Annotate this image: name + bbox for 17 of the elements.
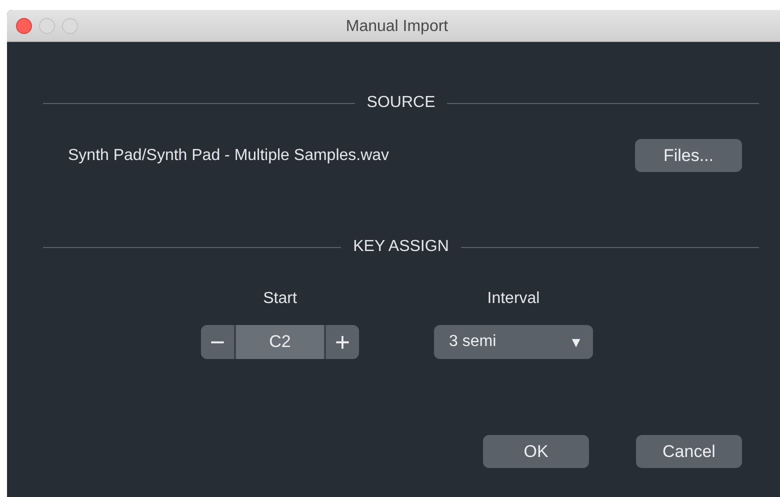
increment-button[interactable]: + bbox=[326, 325, 359, 359]
interval-label: Interval bbox=[487, 289, 540, 309]
window-title: Manual Import bbox=[346, 17, 448, 37]
zoom-button[interactable] bbox=[62, 18, 78, 34]
section-heading: KEY ASSIGN bbox=[352, 237, 450, 257]
close-button[interactable] bbox=[16, 18, 32, 34]
ok-button[interactable]: OK bbox=[483, 435, 589, 468]
decrement-button[interactable]: − bbox=[201, 325, 234, 359]
start-value: C2 bbox=[234, 325, 326, 359]
start-label: Start bbox=[263, 289, 297, 309]
files-button[interactable]: Files... bbox=[635, 139, 742, 172]
interval-dropdown[interactable]: 3 semi ▼ bbox=[434, 325, 593, 359]
minimize-button[interactable] bbox=[39, 18, 55, 34]
cancel-button[interactable]: Cancel bbox=[636, 435, 742, 468]
file-path: Synth Pad/Synth Pad - Multiple Samples.wav bbox=[68, 146, 390, 166]
start-stepper[interactable]: − C2 + bbox=[201, 325, 359, 359]
section-heading: SOURCE bbox=[366, 93, 436, 113]
